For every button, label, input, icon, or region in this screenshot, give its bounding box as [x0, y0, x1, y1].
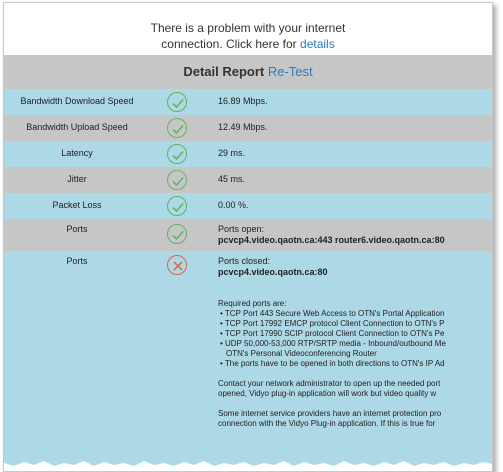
row-value: 29 ms. [218, 148, 246, 158]
ports-help-text: Required ports are: TCP Port 443 Secure … [218, 299, 492, 429]
row-label: Jitter [67, 174, 87, 184]
required-ports-heading: Required ports are: [218, 299, 287, 308]
report-title: Detail Report [183, 64, 265, 79]
list-item: TCP Port 17990 SCIP protocol Client Conn… [225, 329, 492, 339]
open-ports-list: pcvcp4.video.qaotn.ca:443 router6.video.… [218, 235, 445, 245]
result-row-jitter: Jitter 45 ms. [4, 167, 492, 193]
list-item: TCP Port 443 Secure Web Access to OTN's … [225, 309, 492, 319]
row-label: Ports [66, 256, 88, 266]
list-item: UDP 50,000-53,000 RTP/SRTP media - Inbou… [225, 339, 492, 349]
required-ports-list: TCP Port 443 Secure Web Access to OTN's … [218, 309, 492, 349]
check-icon [167, 92, 187, 112]
banner-line-1: There is a problem with your internet [150, 21, 346, 35]
row-value: 12.49 Mbps. [218, 122, 268, 132]
row-label: Bandwidth Upload Speed [26, 122, 128, 132]
result-row-ports-closed: Ports Ports closed: pcvcp4.video.qaotn.c… [4, 251, 492, 471]
list-item: TCP Port 17992 EMCP protocol Client Conn… [225, 319, 492, 329]
check-icon [167, 170, 187, 190]
check-icon [167, 118, 187, 138]
list-item: The ports have to be opened in both dire… [225, 359, 492, 369]
result-row-ports-open: Ports Ports open: pcvcp4.video.qaotn.ca:… [4, 219, 492, 251]
result-row-packet-loss: Packet Loss 0.00 %. [4, 193, 492, 219]
contact-admin-line-2: opened, Vidyo plug-in application will w… [218, 389, 437, 398]
banner-line-2-text: connection. Click here for [161, 37, 301, 51]
closed-ports-list: pcvcp4.video.qaotn.ca:80 [218, 267, 328, 277]
provider-note-line-1: Some internet service providers have an … [218, 409, 442, 418]
provider-note-line-2: connection with the Vidyo Plug-in applic… [218, 419, 436, 428]
row-label: Ports [66, 224, 88, 234]
row-label: Packet Loss [52, 200, 102, 210]
contact-admin-line-1: Contact your network administrator to op… [218, 379, 441, 388]
row-value: 0.00 %. [218, 200, 249, 210]
result-row-upload: Bandwidth Upload Speed 12.49 Mbps. [4, 115, 492, 141]
banner-line-2: connection. Click here for details [4, 36, 492, 52]
check-icon [167, 196, 187, 216]
error-x-icon [167, 255, 187, 275]
details-link[interactable]: details [300, 37, 335, 51]
detail-report-header: Detail Report Re-Test [4, 55, 492, 89]
row-value: 16.89 Mbps. [218, 96, 268, 106]
row-label: Bandwidth Download Speed [20, 96, 134, 106]
connection-test-panel: There is a problem with your internet co… [3, 2, 493, 472]
required-ports-list-2: The ports have to be opened in both dire… [218, 359, 492, 369]
result-row-download: Bandwidth Download Speed 16.89 Mbps. [4, 89, 492, 115]
row-label: Latency [61, 148, 93, 158]
check-icon [167, 144, 187, 164]
row-value: Ports open: [218, 224, 265, 234]
result-row-latency: Latency 29 ms. [4, 141, 492, 167]
row-value: 45 ms. [218, 174, 246, 184]
row-value: Ports closed: [218, 256, 271, 266]
check-icon [167, 224, 187, 244]
list-item-continuation: OTN's Personal Videoconferencing Router [226, 349, 377, 358]
retest-link[interactable]: Re-Test [268, 64, 313, 79]
problem-banner: There is a problem with your internet co… [4, 3, 492, 55]
torn-edge-divider [4, 461, 492, 471]
